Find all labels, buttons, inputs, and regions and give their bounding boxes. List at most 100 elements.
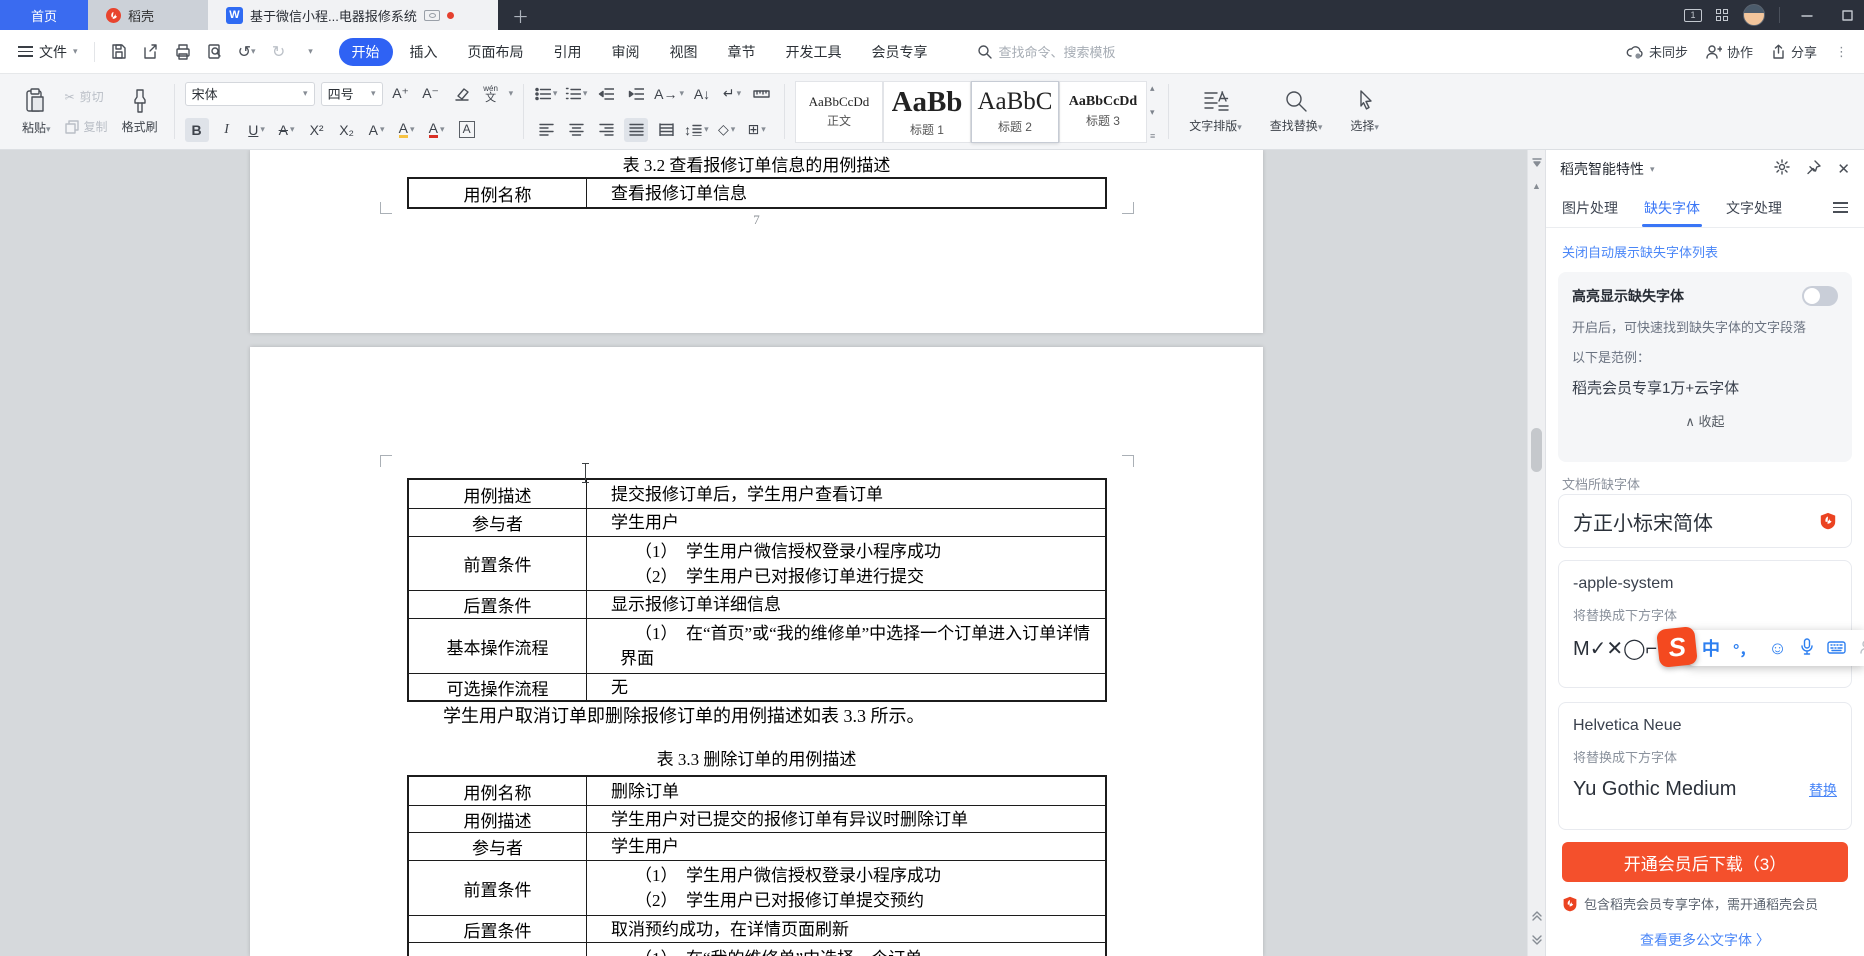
- panel-title-caret-icon[interactable]: ▾: [1650, 164, 1655, 175]
- increase-indent-button[interactable]: [624, 82, 648, 106]
- sync-status[interactable]: 未同步: [1626, 42, 1688, 61]
- redo-icon[interactable]: ↻: [269, 42, 289, 62]
- replace-font-link[interactable]: 替换: [1809, 780, 1837, 800]
- style-normal[interactable]: AaBbCcDd 正文: [794, 80, 883, 143]
- phonetic-guide-button[interactable]: wén 文: [479, 82, 503, 106]
- scroll-up-icon[interactable]: ▲: [1528, 176, 1545, 196]
- settings-gear-icon[interactable]: [1774, 159, 1791, 179]
- numbered-list-button[interactable]: ▾: [564, 82, 588, 106]
- shading-button[interactable]: ◇ ▾: [715, 118, 739, 142]
- text-effects-button[interactable]: A ▾: [365, 118, 389, 142]
- borders-button[interactable]: ⊞ ▾: [745, 118, 769, 142]
- more-options-icon[interactable]: ⋮: [1835, 44, 1848, 60]
- font-size-select[interactable]: 四号 ▾: [320, 81, 383, 106]
- ime-keyboard-icon[interactable]: [1827, 640, 1846, 657]
- tab-image-processing[interactable]: 图片处理: [1562, 188, 1618, 227]
- menu-tab-insert[interactable]: 插入: [397, 38, 451, 66]
- sort-button[interactable]: A↓: [690, 82, 714, 106]
- font-card-fangzheng[interactable]: 方正小标宋简体: [1558, 494, 1852, 548]
- style-heading1[interactable]: AaBb 标题 1: [882, 80, 971, 143]
- text-direction-button[interactable]: A→ ▾: [654, 82, 684, 106]
- more-official-fonts-link[interactable]: 查看更多公文字体 〉: [1546, 930, 1864, 950]
- distribute-button[interactable]: [654, 118, 678, 142]
- collapse-ribbon-icon[interactable]: [1528, 152, 1545, 172]
- align-left-button[interactable]: [534, 118, 558, 142]
- justify-button[interactable]: [624, 117, 649, 142]
- customize-toolbar-icon[interactable]: ▾: [301, 42, 321, 62]
- menu-tab-section[interactable]: 章节: [715, 38, 769, 66]
- ime-profile-icon[interactable]: [1859, 639, 1864, 657]
- menu-tab-page-layout[interactable]: 页面布局: [455, 38, 537, 66]
- print-icon[interactable]: [173, 42, 193, 62]
- table-3-3[interactable]: 用例名称 删除订单 用例描述 学生用户对已提交的报修订单有异议时删除订单 参与者…: [407, 775, 1107, 956]
- select-button[interactable]: 选择▾: [1340, 89, 1389, 134]
- file-menu[interactable]: 文件 ▾: [10, 42, 86, 62]
- document-canvas[interactable]: 表 3.2 查看报修订单信息的用例描述 用例名称 查看报修订单信息 7 用例描述…: [0, 150, 1527, 956]
- style-heading3[interactable]: AaBbCcDd 标题 3: [1058, 80, 1147, 143]
- line-spacing-button[interactable]: ↕ ▾: [684, 118, 709, 142]
- ime-language-mode[interactable]: 中: [1702, 635, 1720, 661]
- panel-menu-icon[interactable]: [1833, 202, 1848, 213]
- table-3-2[interactable]: 用例名称 查看报修订单信息: [407, 177, 1107, 209]
- strikethrough-button[interactable]: A ▾: [275, 118, 299, 142]
- export-icon[interactable]: [141, 42, 161, 62]
- character-border-button[interactable]: A: [455, 118, 479, 142]
- bold-button[interactable]: B: [184, 117, 209, 142]
- new-tab-button[interactable]: ＋: [498, 0, 543, 30]
- close-panel-icon[interactable]: ✕: [1837, 160, 1850, 178]
- paste-button[interactable]: 粘贴▾: [16, 86, 57, 138]
- align-center-button[interactable]: [564, 118, 588, 142]
- italic-button[interactable]: I: [215, 118, 239, 142]
- superscript-button[interactable]: X²: [305, 118, 329, 142]
- tab-document[interactable]: W 基于微信小程...电器报修系统: [208, 0, 498, 30]
- decrease-indent-button[interactable]: [594, 82, 618, 106]
- tab-home[interactable]: 首页: [0, 0, 88, 30]
- document-page-1[interactable]: 表 3.2 查看报修订单信息的用例描述 用例名称 查看报修订单信息 7: [250, 150, 1263, 333]
- minimize-button[interactable]: [1794, 4, 1820, 26]
- pin-icon[interactable]: [1806, 159, 1822, 179]
- share-button[interactable]: 分享: [1771, 42, 1817, 61]
- apps-grid-icon[interactable]: [1716, 8, 1729, 22]
- copy-button[interactable]: 复制: [64, 115, 108, 139]
- tab-text-processing[interactable]: 文字处理: [1726, 188, 1782, 227]
- open-membership-download-button[interactable]: 开通会员后下载（3）: [1562, 842, 1848, 882]
- font-card-helvetica[interactable]: Helvetica Neue 将替换成下方字体 Yu Gothic Medium…: [1558, 702, 1852, 830]
- tab-docer[interactable]: 稻壳: [88, 0, 208, 30]
- text-layout-button[interactable]: 文字排版▾: [1179, 89, 1252, 134]
- save-icon[interactable]: [109, 42, 129, 62]
- ime-mic-icon[interactable]: [1800, 638, 1814, 658]
- menu-tab-review[interactable]: 审阅: [599, 38, 653, 66]
- align-right-button[interactable]: [594, 118, 618, 142]
- menu-tab-dev-tools[interactable]: 开发工具: [773, 38, 855, 66]
- gallery-more-icon[interactable]: ≡: [1150, 131, 1155, 141]
- table-3-2-continued[interactable]: 用例描述 提交报修订单后，学生用户查看订单 参与者 学生用户 前置条件 （1） …: [407, 478, 1107, 702]
- shrink-font-button[interactable]: A⁻: [419, 82, 443, 106]
- next-page-icon[interactable]: [1528, 930, 1545, 950]
- gallery-down-icon[interactable]: ▾: [1150, 107, 1155, 118]
- font-color-button[interactable]: A ▾: [425, 118, 449, 142]
- previous-page-icon[interactable]: [1528, 906, 1545, 926]
- sogou-logo-icon[interactable]: S: [1656, 626, 1698, 668]
- cut-button[interactable]: ✂ 剪切: [65, 85, 108, 109]
- clear-format-button[interactable]: [449, 82, 473, 106]
- subscript-button[interactable]: X₂: [335, 118, 359, 142]
- scrollbar-thumb[interactable]: [1531, 428, 1542, 472]
- menu-tab-home[interactable]: 开始: [338, 37, 393, 66]
- tab-missing-fonts[interactable]: 缺失字体: [1642, 188, 1702, 227]
- document-scrollbar[interactable]: ▲: [1527, 150, 1545, 956]
- wrap-button[interactable]: ↵ ▾: [720, 82, 744, 106]
- document-page-2[interactable]: 用例描述 提交报修订单后，学生用户查看订单 参与者 学生用户 前置条件 （1） …: [250, 347, 1263, 956]
- find-replace-button[interactable]: 查找替换▾: [1260, 89, 1333, 134]
- undo-icon[interactable]: ↺ ▾: [237, 42, 257, 62]
- command-search[interactable]: 查找命令、搜索模板: [977, 42, 1116, 61]
- user-avatar[interactable]: [1743, 4, 1765, 26]
- highlight-toggle[interactable]: [1802, 286, 1838, 306]
- print-preview-icon[interactable]: [205, 42, 225, 62]
- menu-tab-view[interactable]: 视图: [657, 38, 711, 66]
- font-family-select[interactable]: 宋体 ▾: [184, 81, 315, 106]
- style-heading2[interactable]: AaBbC 标题 2: [970, 80, 1059, 143]
- underline-button[interactable]: U ▾: [245, 118, 269, 142]
- format-painter-button[interactable]: 格式刷: [116, 87, 164, 137]
- collapse-section-button[interactable]: ∧ 收起: [1572, 411, 1838, 430]
- menu-tab-references[interactable]: 引用: [541, 38, 595, 66]
